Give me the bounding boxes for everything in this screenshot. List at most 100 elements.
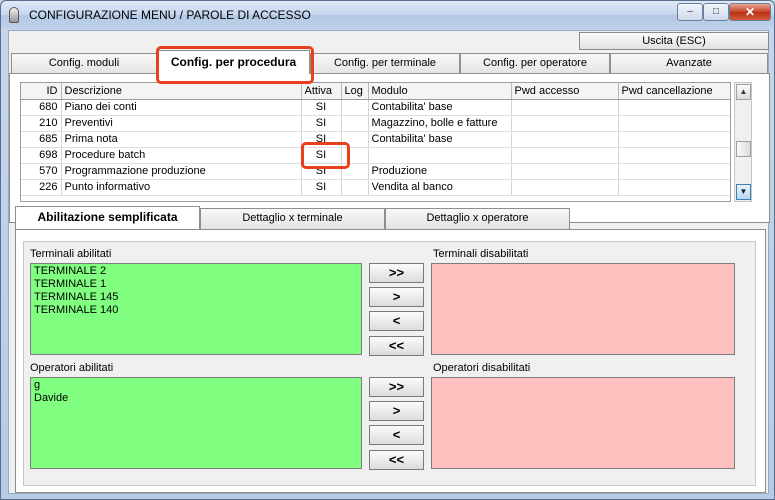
cell-id[interactable]: 680	[21, 99, 62, 116]
cell-modulo[interactable]	[368, 147, 512, 164]
cell-pwd-cancellazione[interactable]	[618, 99, 730, 116]
column-header-log[interactable]: Log	[341, 83, 369, 100]
disable-all-terminals-button[interactable]: <<	[369, 336, 424, 356]
cell-modulo[interactable]: Contabilita' base	[368, 131, 512, 148]
terminal-list-item[interactable]: TERMINALE 145	[34, 291, 358, 304]
table-scrollbar[interactable]: ▲ ▼	[734, 82, 752, 202]
tab-dettaglio-operatore[interactable]: Dettaglio x operatore	[385, 208, 570, 229]
cell-pwd-accesso[interactable]	[511, 179, 619, 196]
exit-button[interactable]: Uscita (ESC)	[579, 32, 769, 50]
scroll-thumb[interactable]	[736, 141, 751, 157]
cell-descrizione[interactable]: Prima nota	[61, 131, 302, 148]
procedure-panel: ID Descrizione Attiva Log Modulo Pwd acc…	[9, 73, 770, 223]
maximize-button[interactable]: □	[703, 3, 729, 21]
cell-log[interactable]	[341, 115, 369, 132]
cell-pwd-cancellazione[interactable]	[618, 147, 730, 164]
terminal-list-item[interactable]: TERMINALE 1	[34, 278, 358, 291]
cell-descrizione[interactable]: Preventivi	[61, 115, 302, 132]
cell-descrizione[interactable]: Procedure batch	[61, 147, 302, 164]
column-header-pwd-cancellazione[interactable]: Pwd cancellazione	[618, 83, 730, 100]
cell-pwd-accesso[interactable]	[511, 163, 619, 180]
cell-pwd-cancellazione[interactable]	[618, 115, 730, 132]
table-row[interactable]: 570 Programmazione produzione SI Produzione	[21, 163, 730, 180]
enable-operator-button[interactable]: >	[369, 401, 424, 421]
enable-all-operators-button[interactable]: >>	[369, 377, 424, 397]
terminal-list-item[interactable]: TERMINALE 140	[34, 304, 358, 317]
cell-attiva[interactable]: SI	[301, 115, 342, 132]
operators-enabled-list[interactable]: g Davide	[30, 377, 362, 469]
disable-operator-button[interactable]: <	[369, 425, 424, 445]
cell-attiva[interactable]: SI	[301, 147, 342, 164]
scroll-down-button[interactable]: ▼	[736, 184, 751, 200]
cell-log[interactable]	[341, 147, 369, 164]
cell-descrizione[interactable]: Piano dei conti	[61, 99, 302, 116]
scroll-up-button[interactable]: ▲	[736, 84, 751, 100]
terminals-disabled-list[interactable]	[431, 263, 735, 355]
table-row[interactable]: 698 Procedure batch SI	[21, 147, 730, 164]
cell-modulo[interactable]: Contabilita' base	[368, 99, 512, 116]
column-header-descrizione[interactable]: Descrizione	[61, 83, 302, 100]
table-row[interactable]: 210 Preventivi SI Magazzino, bolle e fattur…	[21, 115, 730, 132]
procedures-table[interactable]: ID Descrizione Attiva Log Modulo Pwd acc…	[20, 82, 731, 202]
cell-id[interactable]: 698	[21, 147, 62, 164]
title-bar[interactable]: CONFIGURAZIONE MENU / PAROLE DI ACCESSO …	[1, 1, 774, 29]
assignment-group: Terminali abilitati Terminali disabilita…	[23, 241, 756, 486]
cell-id[interactable]: 226	[21, 179, 62, 196]
cell-log[interactable]	[341, 179, 369, 196]
cell-modulo[interactable]: Magazzino, bolle e fatture	[368, 115, 512, 132]
table-row[interactable]: 685 Prima nota SI Contabilita' base	[21, 131, 730, 148]
cell-attiva[interactable]: SI	[301, 99, 342, 116]
main-tab-strip: Config. moduli Config. per procedura Con…	[9, 50, 770, 74]
lock-icon	[9, 7, 19, 23]
simplified-enable-panel: Terminali abilitati Terminali disabilita…	[15, 229, 766, 493]
operators-enabled-label: Operatori abilitati	[30, 362, 114, 374]
tab-config-procedura[interactable]: Config. per procedura	[157, 50, 310, 74]
terminal-list-item[interactable]: TERMINALE 2	[34, 265, 358, 278]
tab-abilitazione-semplificata[interactable]: Abilitazione semplificata	[15, 206, 200, 229]
table-row[interactable]: 680 Piano dei conti SI Contabilita' base	[21, 99, 730, 116]
cell-log[interactable]	[341, 163, 369, 180]
main-window: CONFIGURAZIONE MENU / PAROLE DI ACCESSO …	[0, 0, 775, 500]
operators-disabled-list[interactable]	[431, 377, 735, 469]
disable-all-operators-button[interactable]: <<	[369, 450, 424, 470]
terminals-disabled-label: Terminali disabilitati	[433, 248, 529, 260]
tab-config-operatore[interactable]: Config. per operatore	[460, 53, 610, 74]
cell-descrizione[interactable]: Punto informativo	[61, 179, 302, 196]
cell-attiva[interactable]: SI	[301, 179, 342, 196]
cell-log[interactable]	[341, 131, 369, 148]
tab-avanzate[interactable]: Avanzate	[610, 53, 768, 74]
operator-list-item[interactable]: Davide	[34, 392, 358, 405]
close-button[interactable]: ✕	[729, 3, 771, 21]
cell-pwd-cancellazione[interactable]	[618, 179, 730, 196]
cell-pwd-accesso[interactable]	[511, 99, 619, 116]
cell-id[interactable]: 570	[21, 163, 62, 180]
cell-pwd-accesso[interactable]	[511, 131, 619, 148]
cell-pwd-cancellazione[interactable]	[618, 131, 730, 148]
cell-attiva[interactable]: SI	[301, 131, 342, 148]
column-header-attiva[interactable]: Attiva	[301, 83, 342, 100]
cell-pwd-accesso[interactable]	[511, 147, 619, 164]
enable-all-terminals-button[interactable]: >>	[369, 263, 424, 283]
minimize-button[interactable]: –	[677, 3, 703, 21]
terminals-enabled-list[interactable]: TERMINALE 2 TERMINALE 1 TERMINALE 145 TERMI…	[30, 263, 362, 355]
column-header-id[interactable]: ID	[21, 83, 62, 100]
operator-list-item[interactable]: g	[34, 379, 358, 392]
tab-config-terminale[interactable]: Config. per terminale	[310, 53, 460, 74]
enable-terminal-button[interactable]: >	[369, 287, 424, 307]
cell-pwd-accesso[interactable]	[511, 115, 619, 132]
cell-attiva[interactable]: SI	[301, 163, 342, 180]
cell-log[interactable]	[341, 99, 369, 116]
tab-config-moduli[interactable]: Config. moduli	[11, 53, 157, 74]
cell-id[interactable]: 210	[21, 115, 62, 132]
table-row[interactable]: 226 Punto informativo SI Vendita al banco	[21, 179, 730, 196]
cell-id[interactable]: 685	[21, 131, 62, 148]
disable-terminal-button[interactable]: <	[369, 311, 424, 331]
cell-descrizione[interactable]: Programmazione produzione	[61, 163, 302, 180]
column-header-modulo[interactable]: Modulo	[368, 83, 512, 100]
cell-modulo[interactable]: Vendita al banco	[368, 179, 512, 196]
terminals-enabled-label: Terminali abilitati	[30, 248, 112, 260]
cell-pwd-cancellazione[interactable]	[618, 163, 730, 180]
column-header-pwd-accesso[interactable]: Pwd accesso	[511, 83, 619, 100]
tab-dettaglio-terminale[interactable]: Dettaglio x terminale	[200, 208, 385, 229]
cell-modulo[interactable]: Produzione	[368, 163, 512, 180]
